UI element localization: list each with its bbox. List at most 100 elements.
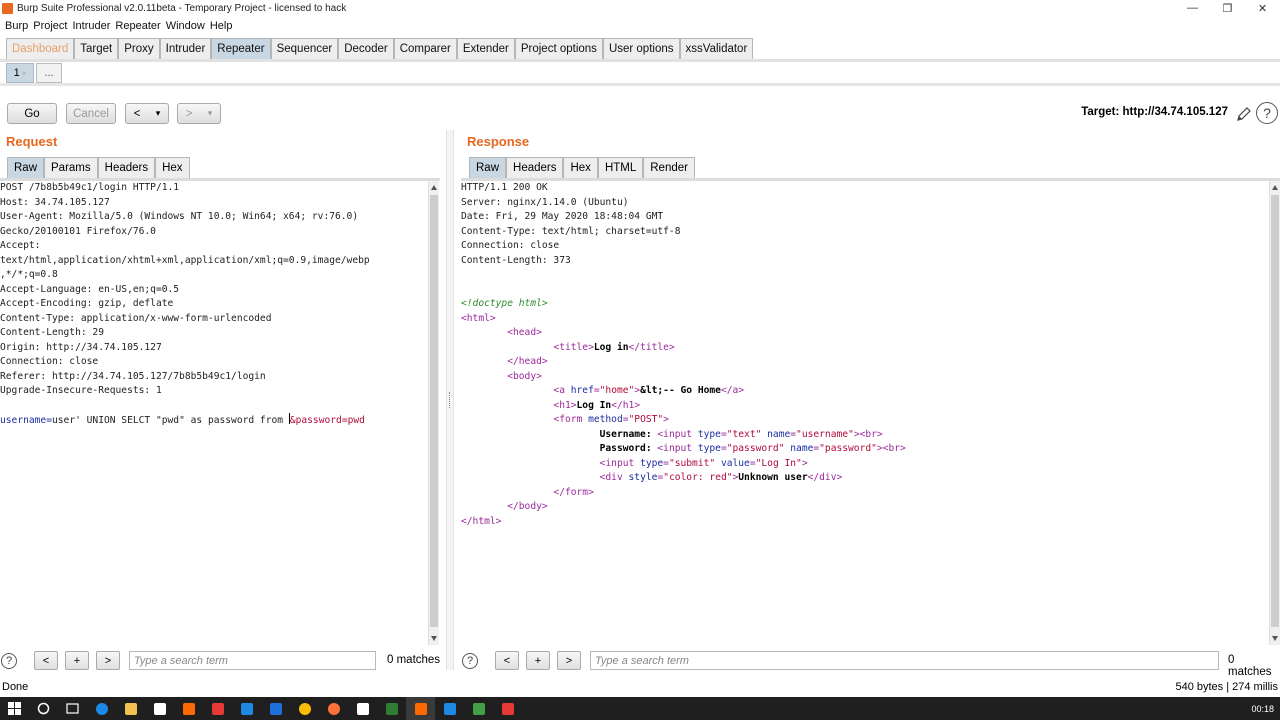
input-tag: <input [657, 428, 698, 440]
response-tab-html[interactable]: HTML [597, 157, 644, 178]
close-tab-icon[interactable]: × [22, 69, 27, 78]
scroll-up-icon[interactable] [1272, 185, 1278, 190]
calendar-icon[interactable] [261, 697, 290, 720]
tab-comparer[interactable]: Comparer [393, 38, 457, 59]
tab-dashboard[interactable]: Dashboard [6, 38, 75, 59]
response-tab-raw[interactable]: Raw [469, 157, 507, 178]
scroll-thumb[interactable] [430, 195, 438, 627]
response-search-next-button[interactable]: > [557, 651, 581, 670]
forward-dropdown-icon[interactable]: ▾ [208, 108, 213, 119]
request-tab-hex[interactable]: Hex [155, 157, 190, 178]
scroll-up-icon[interactable] [431, 185, 437, 190]
pencil-icon[interactable] [1236, 106, 1252, 122]
terminal-icon[interactable] [464, 697, 493, 720]
repeater-tab-1[interactable]: 1 × [6, 63, 34, 83]
tab-intruder[interactable]: Intruder [159, 38, 212, 59]
request-editor[interactable]: POST /7b8b5b49c1/login HTTP/1.1 Host: 34… [0, 181, 427, 645]
response-tab-render[interactable]: Render [643, 157, 695, 178]
html-line: <!doctype html> [461, 297, 1268, 312]
menu-window[interactable]: Window [166, 20, 205, 32]
scroll-thumb[interactable] [1271, 195, 1279, 627]
scroll-down-icon[interactable] [431, 636, 437, 641]
response-search-prev-button[interactable]: < [495, 651, 519, 670]
request-search-input[interactable] [129, 651, 376, 670]
close-button[interactable]: ✕ [1245, 0, 1280, 16]
request-search-next-button[interactable]: > [96, 651, 120, 670]
menu-help[interactable]: Help [210, 20, 233, 32]
back-dropdown-icon[interactable]: ▾ [156, 108, 161, 119]
minimize-button[interactable]: — [1175, 0, 1210, 16]
tab-repeater[interactable]: Repeater [211, 38, 271, 59]
tab-proxy[interactable]: Proxy [118, 38, 160, 59]
file-explorer-icon[interactable] [116, 697, 145, 720]
response-search-add-button[interactable]: + [526, 651, 550, 670]
html-line: </body> [461, 500, 1268, 515]
app-icon[interactable] [493, 697, 522, 720]
store-icon[interactable] [145, 697, 174, 720]
tab-sequencer[interactable]: Sequencer [270, 38, 339, 59]
request-search-add-button[interactable]: + [65, 651, 89, 670]
tab-project-options[interactable]: Project options [514, 38, 603, 59]
request-line: Gecko/20100101 Firefox/76.0 [0, 225, 156, 237]
chrome-icon[interactable] [290, 697, 319, 720]
office-icon[interactable] [203, 697, 232, 720]
attr-value: "text" [726, 428, 762, 440]
attr-value: "password" [819, 443, 877, 454]
response-scrollbar[interactable] [1269, 181, 1280, 645]
response-tab-hex[interactable]: Hex [563, 157, 598, 178]
request-tab-raw[interactable]: Raw [7, 157, 45, 178]
forward-button[interactable]: > ▾ [177, 103, 221, 124]
burp-taskbar-icon[interactable] [406, 697, 435, 720]
html-line: <head> [461, 326, 1268, 341]
menu-repeater[interactable]: Repeater [115, 20, 160, 32]
tab-target[interactable]: Target [74, 38, 119, 59]
mail-icon[interactable] [232, 697, 261, 720]
title-text: Log in [593, 341, 629, 353]
tab-xssvalidator[interactable]: xssValidator [679, 38, 754, 59]
request-search-prev-button[interactable]: < [34, 651, 58, 670]
response-editor[interactable]: HTTP/1.1 200 OK Server: nginx/1.14.0 (Ub… [461, 181, 1268, 645]
firefox-icon[interactable] [319, 697, 348, 720]
response-search-input[interactable] [590, 651, 1219, 670]
illustrator-icon[interactable] [174, 697, 203, 720]
search-icon[interactable] [29, 697, 58, 720]
notepad-icon[interactable] [348, 697, 377, 720]
menu-intruder[interactable]: Intruder [73, 20, 111, 32]
link-text: &lt;-- Go Home [640, 385, 721, 396]
go-button[interactable]: Go [7, 103, 57, 124]
html-line: <title>Log in</title> [461, 341, 1268, 356]
title-bar: Burp Suite Professional v2.0.11beta - Te… [0, 0, 1280, 16]
tab-user-options[interactable]: User options [602, 38, 680, 59]
back-icon: < [133, 107, 141, 120]
attr-name: name [790, 443, 814, 454]
start-icon[interactable] [0, 697, 29, 720]
app-icon[interactable] [377, 697, 406, 720]
edge-icon[interactable] [87, 697, 116, 720]
attr-value: "POST" [628, 414, 664, 425]
scroll-down-icon[interactable] [1272, 636, 1278, 641]
clock: 00:18 [1251, 703, 1274, 714]
pane-divider[interactable] [446, 130, 454, 670]
request-tab-headers[interactable]: Headers [97, 157, 156, 178]
response-tab-headers[interactable]: Headers [506, 157, 564, 178]
tab-decoder[interactable]: Decoder [338, 38, 394, 59]
help-icon[interactable]: ? [1256, 102, 1278, 124]
request-tab-params[interactable]: Params [44, 157, 98, 178]
tab-extender[interactable]: Extender [456, 38, 515, 59]
vm-icon[interactable] [435, 697, 464, 720]
html-line: </html> [461, 515, 1268, 530]
menu-burp[interactable]: Burp [5, 20, 28, 32]
menu-project[interactable]: Project [33, 20, 67, 32]
request-line: Referer: http://34.74.105.127/7b8b5b49c1… [0, 370, 266, 382]
new-tab-button[interactable]: ... [36, 63, 62, 83]
maximize-button[interactable]: ❐ [1210, 0, 1245, 16]
request-body: username=user' UNION SELCT "pwd" as pass… [0, 413, 427, 428]
cancel-button[interactable]: Cancel [66, 103, 116, 124]
divider-grip[interactable] [449, 392, 451, 408]
task-view-icon[interactable] [58, 697, 87, 720]
response-search-help-icon[interactable]: ? [462, 653, 478, 669]
back-button[interactable]: < ▾ [125, 103, 169, 124]
request-scrollbar[interactable] [428, 181, 439, 645]
form-tag: <form [553, 414, 589, 425]
request-search-help-icon[interactable]: ? [1, 653, 17, 669]
